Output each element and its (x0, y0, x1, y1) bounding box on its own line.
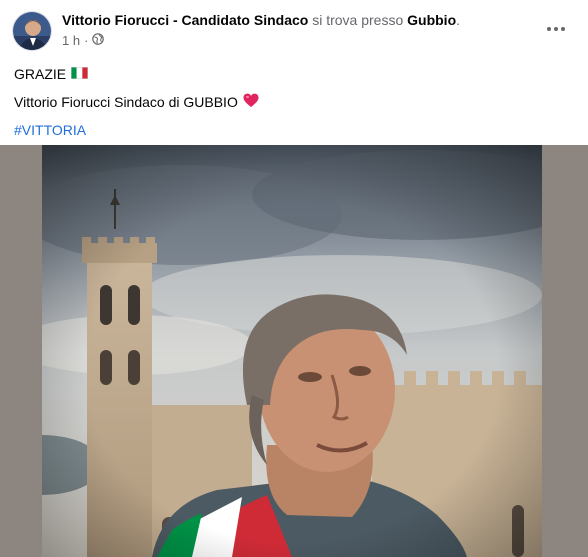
post-line-3: #VITTORIA (14, 116, 259, 144)
post-photo-container[interactable] (0, 145, 588, 557)
post-line-1-text: GRAZIE (14, 66, 67, 82)
post-header: Vittorio Fiorucci - Candidato Sindaco si… (0, 0, 588, 56)
place-name-link[interactable]: Gubbio (407, 12, 456, 28)
italian-flag-icon (71, 65, 89, 83)
meta-separator: · (84, 32, 89, 48)
profile-picture (13, 12, 51, 50)
place-suffix: . (456, 12, 461, 28)
ellipsis-icon (546, 19, 566, 37)
post-line-1: GRAZIE (14, 60, 259, 88)
post-timestamp[interactable]: 1 h (62, 33, 80, 48)
hashtag-link[interactable]: #VITTORIA (14, 121, 86, 139)
post-line-2-text: Vittorio Fiorucci Sindaco di GUBBIO (14, 94, 238, 110)
post-meta: 1 h · (62, 32, 105, 48)
post-text: GRAZIE Vittorio Fiorucci Sindaco di GUBB… (14, 60, 259, 144)
globe-icon (92, 33, 105, 48)
red-heart-icon (243, 93, 259, 112)
post-line-2: Vittorio Fiorucci Sindaco di GUBBIO (14, 88, 259, 116)
author-name-link[interactable]: Vittorio Fiorucci - Candidato Sindaco (62, 12, 308, 28)
avatar[interactable] (12, 11, 52, 51)
post-author-line: Vittorio Fiorucci - Candidato Sindaco si… (62, 11, 460, 29)
post-photo[interactable] (42, 145, 542, 557)
more-options-button[interactable] (542, 14, 570, 42)
checkin-text: si trova presso (312, 12, 404, 28)
